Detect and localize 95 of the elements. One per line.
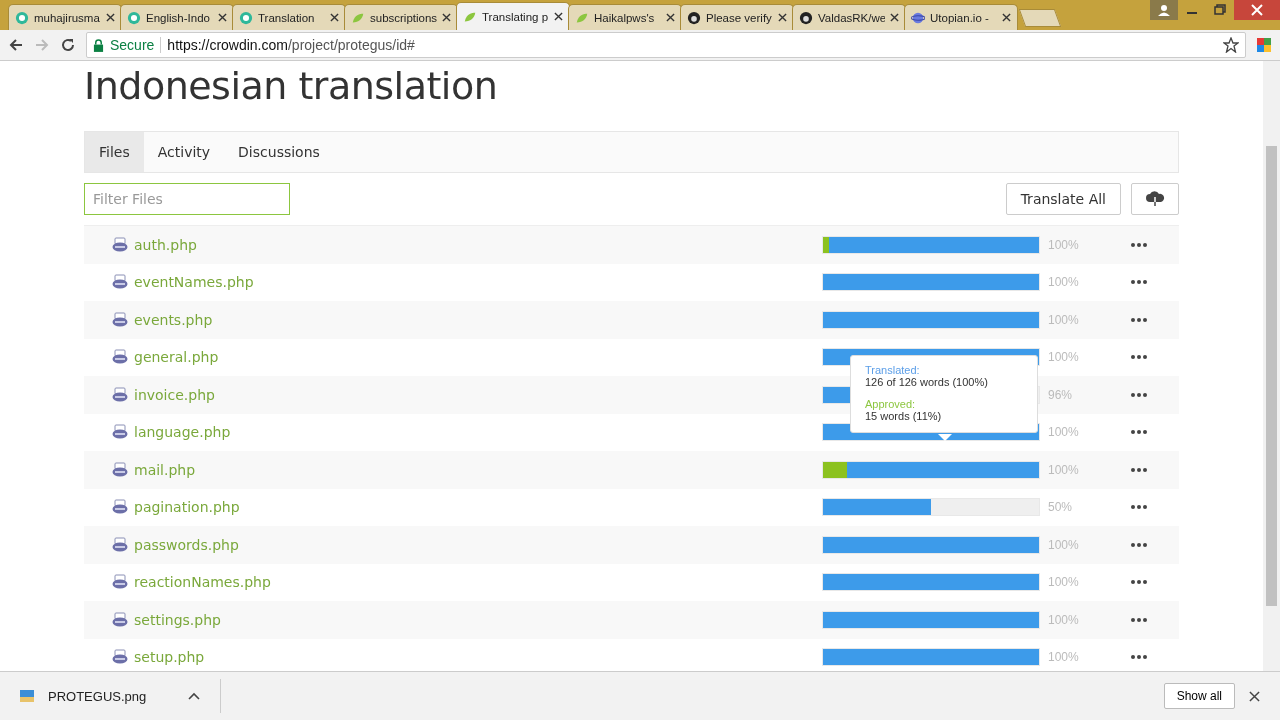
browser-tab[interactable]: Utopian.io -: [904, 4, 1018, 30]
php-file-icon: [112, 536, 128, 553]
scrollbar[interactable]: [1263, 61, 1280, 671]
percent-text: 100%: [1047, 350, 1080, 365]
approved-value: 15 words (11%): [865, 410, 943, 422]
more-icon[interactable]: [1131, 317, 1147, 322]
browser-tab[interactable]: Haikalpws's: [568, 4, 682, 30]
more-icon[interactable]: [1131, 430, 1147, 435]
round-logo-icon: [127, 10, 141, 25]
php-file-icon: [112, 349, 128, 366]
percent-text: 100%: [1047, 650, 1080, 665]
close-icon[interactable]: [666, 13, 675, 22]
translated-value: 126 of 126 words (100%): [865, 376, 989, 388]
more-icon[interactable]: [1131, 242, 1147, 247]
php-file-icon: [112, 311, 128, 328]
lock-icon: [93, 38, 104, 52]
back-icon[interactable]: [8, 37, 24, 53]
close-icon[interactable]: [554, 12, 563, 21]
tab-title: Please verify: [706, 11, 773, 24]
close-icon[interactable]: [442, 13, 451, 22]
tab-title: Translation: [258, 11, 316, 24]
page-tab[interactable]: Discussions: [224, 132, 334, 172]
browser-tab[interactable]: Translating p: [456, 2, 570, 30]
percent-text: 100%: [1047, 575, 1080, 590]
download-file-name[interactable]: PROTEGUS.png: [48, 688, 174, 704]
filter-field[interactable]: Filter Files: [84, 183, 290, 215]
browser-tab[interactable]: Translation: [232, 4, 346, 30]
percent-text: 100%: [1047, 425, 1080, 440]
percent-text: 100%: [1047, 275, 1080, 290]
close-icon[interactable]: [1234, 0, 1280, 20]
more-icon[interactable]: [1131, 580, 1147, 585]
php-file-icon: [112, 574, 128, 591]
php-file-icon: [112, 461, 128, 478]
close-icon[interactable]: [890, 13, 899, 22]
more-icon[interactable]: [1131, 617, 1147, 622]
more-icon[interactable]: [1131, 467, 1147, 472]
tab-title: English-Indo: [146, 11, 211, 24]
close-icon[interactable]: [1249, 690, 1260, 702]
more-icon[interactable]: [1131, 542, 1147, 547]
show-all-button[interactable]: Show all: [1163, 683, 1235, 709]
tab-title: Utopian.io -: [930, 11, 990, 24]
image-file-icon: [20, 690, 34, 702]
download-button[interactable]: [1131, 183, 1179, 215]
close-icon[interactable]: [778, 13, 787, 22]
more-icon[interactable]: [1131, 280, 1147, 285]
browser-tab[interactable]: muhajirusma: [8, 4, 122, 30]
address-field[interactable]: Secure https://crowdin.com/project/protegus/id#: [86, 32, 1246, 58]
percent-text: 100%: [1047, 312, 1080, 327]
more-icon[interactable]: [1131, 505, 1147, 510]
reload-icon[interactable]: [60, 37, 76, 53]
more-icon[interactable]: [1131, 355, 1147, 360]
percent-text: 100%: [1047, 462, 1080, 477]
page-title: Indonesian translation: [84, 63, 499, 109]
extension-icon[interactable]: [1256, 37, 1272, 53]
page-tab[interactable]: Activity: [143, 132, 225, 172]
page-tab[interactable]: Files: [85, 132, 144, 172]
cloud-download-icon: [1145, 191, 1165, 207]
browser-tab[interactable]: ValdasRK/we: [792, 4, 906, 30]
more-icon[interactable]: [1131, 655, 1147, 660]
approved-label: Approved:: [865, 398, 917, 410]
more-icon[interactable]: [1131, 392, 1147, 397]
star-icon[interactable]: [1223, 37, 1239, 53]
url-text: https://crowdin.com/project/protegus/id#: [167, 37, 416, 53]
php-file-icon: [112, 274, 128, 291]
tab-title: ValdasRK/we: [818, 11, 885, 24]
planet-icon: [911, 10, 925, 25]
php-file-icon: [112, 386, 128, 403]
percent-text: 50%: [1047, 500, 1074, 515]
percent-text: 100%: [1047, 537, 1080, 552]
user-icon[interactable]: [1150, 0, 1178, 20]
translate-all-button[interactable]: Translate All: [1005, 183, 1121, 215]
round-logo-icon: [239, 10, 253, 25]
percent-text: 100%: [1047, 237, 1080, 252]
close-icon[interactable]: [106, 13, 115, 22]
browser-tab[interactable]: English-Indo: [120, 4, 234, 30]
percent-text: 100%: [1047, 612, 1080, 627]
caret-icon[interactable]: [188, 692, 200, 700]
php-file-icon: [112, 611, 128, 628]
browser-tab[interactable]: Please verify: [680, 4, 794, 30]
percent-text: 96%: [1047, 387, 1074, 402]
translated-label: Translated:: [865, 364, 921, 376]
round-logo-icon: [15, 10, 29, 25]
close-icon[interactable]: [330, 13, 339, 22]
php-file-icon: [112, 424, 128, 441]
tab-title: Translating p: [482, 10, 549, 23]
php-file-icon: [112, 499, 128, 516]
secure-label: Secure: [110, 37, 155, 53]
tab-title: subscriptions: [370, 11, 437, 24]
browser-tab[interactable]: subscriptions: [344, 4, 458, 30]
php-file-icon: [112, 649, 128, 666]
close-icon[interactable]: [218, 13, 227, 22]
close-icon[interactable]: [1002, 13, 1011, 22]
php-file-icon: [112, 236, 128, 253]
tab-title: muhajirusma: [34, 11, 101, 24]
tab-title: Haikalpws's: [594, 11, 656, 24]
